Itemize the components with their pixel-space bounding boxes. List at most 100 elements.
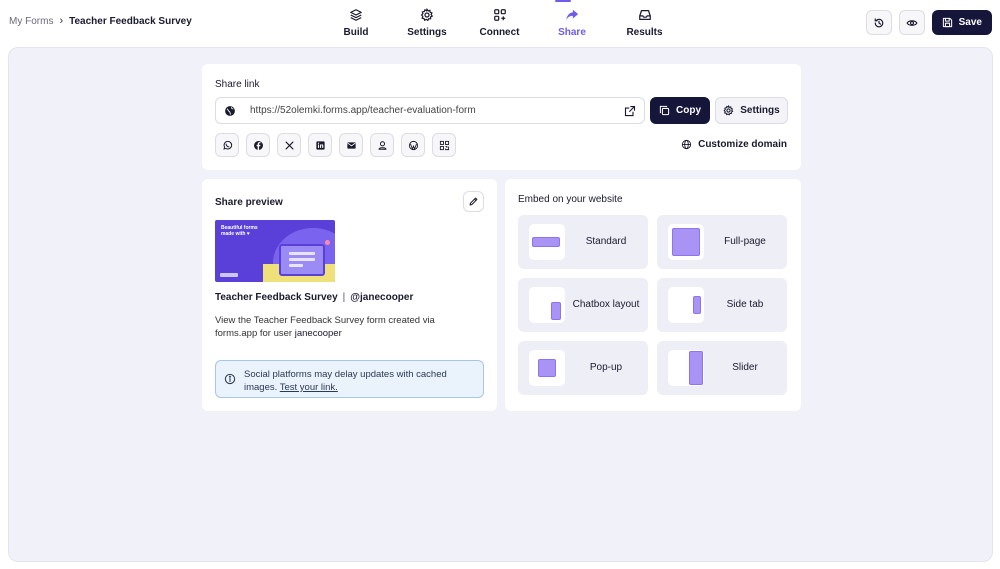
gear-icon (420, 8, 434, 22)
floppy-icon (942, 17, 952, 28)
share-whatsapp-button[interactable] (215, 133, 239, 157)
info-icon (224, 373, 236, 385)
link-settings-button[interactable]: Settings (715, 97, 788, 124)
layers-icon (350, 9, 362, 21)
tab-settings-label: Settings (407, 27, 447, 38)
embed-option-popup[interactable]: Pop-up (518, 341, 648, 395)
history-icon (874, 17, 883, 27)
preview-form-name: Teacher Feedback Survey (215, 292, 338, 303)
copy-icon (659, 105, 670, 116)
tab-build-label: Build (343, 27, 369, 38)
inbox-icon (638, 10, 651, 20)
preview-separator: | (342, 292, 346, 303)
eye-icon (906, 19, 918, 26)
share-preview-title: Share preview (215, 197, 283, 208)
embed-option-side-tab[interactable]: Side tab (657, 278, 787, 332)
share-arrow-icon (566, 9, 579, 21)
breadcrumb: My Forms › Teacher Feedback Survey (9, 15, 192, 27)
facebook-icon (253, 140, 263, 150)
email-icon (346, 141, 356, 149)
tab-share[interactable]: Share (527, 0, 617, 46)
gear-icon (723, 105, 734, 116)
embed-option-label: Chatbox layout (572, 299, 640, 310)
breadcrumb-current: Teacher Feedback Survey (69, 15, 192, 27)
whatsapp-icon (222, 140, 232, 150)
share-wordpress-button[interactable] (401, 133, 425, 157)
customize-domain-link[interactable]: Customize domain (681, 139, 787, 150)
preview-description: View the Teacher Feedback Survey form cr… (215, 314, 455, 340)
social-share-row (215, 133, 456, 157)
test-link[interactable]: Test your link. (280, 382, 338, 393)
embed-option-full-page[interactable]: Full-page (657, 215, 787, 269)
qr-code-icon (439, 140, 449, 150)
share-url-field[interactable]: https://52olemki.forms.app/teacher-evalu… (215, 97, 645, 124)
top-bar: My Forms › Teacher Feedback Survey Build… (0, 0, 1000, 46)
embed-popup-preview (529, 350, 565, 386)
share-preview-card: Share preview Beautiful forms made with … (202, 179, 497, 411)
embed-option-chatbox[interactable]: Chatbox layout (518, 278, 648, 332)
copy-label: Copy (676, 105, 701, 116)
copy-button[interactable]: Copy (650, 97, 710, 124)
breadcrumb-my-forms[interactable]: My Forms (9, 16, 53, 27)
save-label: Save (958, 17, 982, 28)
share-linkedin-button[interactable] (308, 133, 332, 157)
main-nav: Build Settings Connect Share Results (330, 0, 672, 46)
embed-option-label: Standard (585, 236, 627, 247)
embed-option-label: Pop-up (589, 362, 623, 373)
tab-results[interactable]: Results (617, 0, 672, 46)
preview-description-user: janecooper (294, 328, 342, 339)
share-qr-button[interactable] (432, 133, 456, 157)
active-tab-indicator (555, 0, 571, 2)
embed-card: Embed on your website Standard Full-page… (505, 179, 801, 411)
apps-plus-icon (493, 9, 506, 21)
embed-options-grid: Standard Full-page Chatbox layout Side t… (518, 215, 787, 395)
tab-connect-label: Connect (479, 27, 520, 38)
top-actions: Save (865, 10, 992, 35)
customize-domain-label: Customize domain (698, 139, 787, 150)
pencil-icon (469, 197, 478, 206)
thumb-tagline: Beautiful forms made with ♥ (221, 225, 258, 237)
preview-thumbnail: Beautiful forms made with ♥ (215, 220, 335, 282)
thumb-logo (220, 273, 238, 277)
preview-button[interactable] (898, 10, 925, 35)
share-link-card: Share link https://52olemki.forms.app/te… (202, 64, 801, 170)
user-icon (378, 140, 386, 150)
info-message: Social platforms may delay updates with … (244, 369, 447, 393)
share-email-button[interactable] (339, 133, 363, 157)
info-text: Social platforms may delay updates with … (244, 368, 475, 394)
thumb-dot (325, 240, 330, 245)
tab-results-label: Results (626, 27, 663, 38)
history-button[interactable] (865, 10, 892, 35)
embed-side-tab-preview (668, 287, 704, 323)
embed-chatbox-preview (529, 287, 565, 323)
share-link-title: Share link (215, 79, 260, 90)
globe-filled-icon (225, 105, 235, 116)
breadcrumb-separator: › (59, 15, 64, 27)
embed-full-page-preview (668, 224, 704, 260)
embed-option-label: Slider (732, 362, 758, 373)
tab-build[interactable]: Build (330, 0, 382, 46)
x-icon (285, 141, 293, 149)
preview-form-heading: Teacher Feedback Survey | @janecooper (215, 292, 413, 303)
globe-icon (682, 139, 692, 150)
share-user-button[interactable] (370, 133, 394, 157)
tab-connect[interactable]: Connect (472, 0, 527, 46)
cache-info-notice: Social platforms may delay updates with … (215, 360, 484, 398)
embed-option-label: Full-page (724, 236, 766, 247)
external-link-icon[interactable] (624, 105, 636, 117)
tab-settings[interactable]: Settings (382, 0, 472, 46)
thumb-laptop (279, 244, 325, 276)
save-button[interactable]: Save (931, 10, 992, 35)
share-x-button[interactable] (277, 133, 301, 157)
share-facebook-button[interactable] (246, 133, 270, 157)
share-canvas: Share link https://52olemki.forms.app/te… (8, 47, 993, 562)
embed-standard-preview (529, 224, 565, 260)
embed-option-standard[interactable]: Standard (518, 215, 648, 269)
share-url[interactable]: https://52olemki.forms.app/teacher-evalu… (250, 105, 624, 116)
embed-slider-preview (668, 350, 704, 386)
edit-preview-button[interactable] (463, 191, 484, 212)
embed-option-slider[interactable]: Slider (657, 341, 787, 395)
link-settings-label: Settings (740, 105, 780, 116)
wordpress-icon (408, 140, 418, 150)
linkedin-icon (315, 140, 325, 150)
